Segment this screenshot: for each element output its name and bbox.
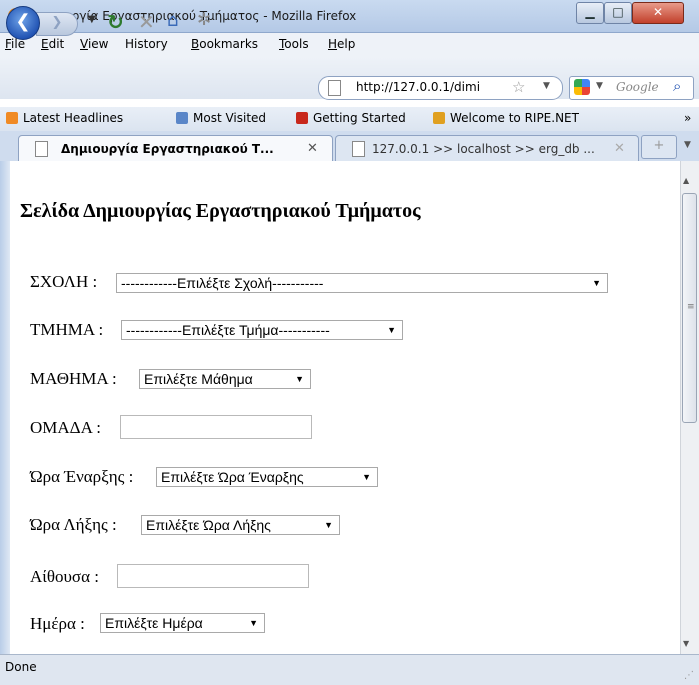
chevron-down-icon: ▼ xyxy=(592,278,601,288)
menu-bookmarks[interactable]: Bookmarks xyxy=(191,37,258,51)
reload-icon[interactable]: ↻ xyxy=(107,10,124,34)
minimize-button[interactable]: ▁ xyxy=(576,2,604,24)
close-button[interactable]: ✕ xyxy=(632,2,684,24)
start-time-label: Ώρα Έναρξης : xyxy=(30,467,134,486)
tab-label: Δημιουργία Εργαστηριακού Τ... xyxy=(61,142,274,156)
menu-tools[interactable]: Tools xyxy=(279,37,309,51)
url-text[interactable]: http://127.0.0.1/dimi xyxy=(356,80,502,94)
status-bar xyxy=(0,654,699,685)
page-title: Σελίδα Δημιουργίας Εργαστηριακού Τμήματο… xyxy=(20,200,421,222)
tab-label: 127.0.0.1 >> localhost >> erg_db ... xyxy=(372,142,595,156)
page-icon xyxy=(35,141,48,157)
page-icon xyxy=(352,141,365,157)
course-label: ΜΑΘΗΜΑ : xyxy=(30,369,117,388)
menu-edit[interactable]: Edit xyxy=(41,37,64,51)
firefox-icon xyxy=(296,112,308,124)
course-select[interactable]: Επιλέξτε Μάθημα ▼ xyxy=(139,369,311,389)
page-content xyxy=(10,161,680,654)
department-label: ΤΜΗΜΑ : xyxy=(30,320,104,339)
tabs-list-dropdown-icon[interactable]: ▼ xyxy=(684,140,691,150)
end-time-label: Ώρα Λήξης : xyxy=(30,515,117,534)
bookmarks-more-icon[interactable]: » xyxy=(684,111,691,125)
school-label: ΣΧΟΛΗ : xyxy=(30,272,98,291)
rss-icon xyxy=(6,112,18,124)
bookmark-ripe[interactable]: Welcome to RIPE.NET xyxy=(433,111,579,125)
scroll-grip-icon: ≡ xyxy=(687,302,695,312)
room-input[interactable] xyxy=(117,564,309,588)
search-input[interactable]: Google xyxy=(616,80,659,94)
group-input[interactable] xyxy=(120,415,312,439)
resize-grip-icon[interactable]: ⋰ xyxy=(684,670,694,681)
group-label: ΟΜΑΔΑ : xyxy=(30,418,101,437)
window-frame-edge xyxy=(0,161,10,654)
bookmark-latest-headlines[interactable]: Latest Headlines xyxy=(6,111,123,125)
new-tab-button[interactable]: + xyxy=(641,135,677,159)
menu-help[interactable]: Help xyxy=(328,37,355,51)
maximize-button[interactable]: □ xyxy=(604,2,632,24)
addon-icon[interactable]: ✲ xyxy=(197,10,211,30)
tab-strip: Δημιουργία Εργαστηριακού Τ... ✕ 127.0.0.… xyxy=(0,131,699,162)
chevron-down-icon: ▼ xyxy=(249,618,258,628)
title-bar: Δημιουργία Εργαστηριακού Τμήματος - Mozi… xyxy=(0,0,699,33)
scroll-down-icon[interactable]: ▼ xyxy=(683,639,689,648)
forward-button[interactable]: ❯ xyxy=(36,12,78,36)
tab-inactive[interactable]: 127.0.0.1 >> localhost >> erg_db ... ✕ xyxy=(335,135,639,162)
search-engine-icon[interactable] xyxy=(574,79,590,95)
tab-active[interactable]: Δημιουργία Εργαστηριακού Τ... ✕ xyxy=(18,135,333,162)
day-label: Ημέρα : xyxy=(30,614,85,633)
menu-history[interactable]: History xyxy=(125,37,168,51)
chevron-down-icon: ▼ xyxy=(324,520,333,530)
url-dropdown-icon[interactable]: ▼ xyxy=(543,81,550,91)
window-title: Δημιουργία Εργαστηριακού Τμήματος - Mozi… xyxy=(30,9,357,23)
start-time-select[interactable]: Επιλέξτε Ώρα Έναρξης ▼ xyxy=(156,467,378,487)
bookmarks-toolbar: Latest Headlines Most Visited Getting St… xyxy=(0,107,699,131)
status-text: Done xyxy=(5,660,37,674)
tab-close-icon[interactable]: ✕ xyxy=(614,141,625,156)
chevron-down-icon: ▼ xyxy=(387,325,396,335)
menu-view[interactable]: View xyxy=(80,37,108,51)
room-label: Αίθουσα : xyxy=(30,567,99,586)
search-icon[interactable]: ⌕ xyxy=(673,77,681,95)
day-select[interactable]: Επιλέξτε Ημέρα ▼ xyxy=(100,613,265,633)
chevron-down-icon: ▼ xyxy=(362,472,371,482)
end-time-select[interactable]: Επιλέξτε Ώρα Λήξης ▼ xyxy=(141,515,340,535)
most-visited-icon xyxy=(176,112,188,124)
school-select[interactable]: ------------Επιλέξτε Σχολή----------- ▼ xyxy=(116,273,608,293)
back-button[interactable]: ❮ xyxy=(6,6,40,40)
bookmark-most-visited[interactable]: Most Visited xyxy=(176,111,266,125)
search-engine-dropdown-icon[interactable]: ▼ xyxy=(596,81,603,91)
department-select[interactable]: ------------Επιλέξτε Τμήμα----------- ▼ xyxy=(121,320,403,340)
scroll-up-icon[interactable]: ▲ xyxy=(683,176,689,185)
ripe-icon xyxy=(433,112,445,124)
tab-close-icon[interactable]: ✕ xyxy=(307,141,318,156)
home-icon[interactable]: ⌂ xyxy=(167,10,178,31)
star-icon[interactable]: ☆ xyxy=(512,78,525,96)
page-icon xyxy=(328,80,341,96)
menu-bar: File Edit View History Bookmarks Tools H… xyxy=(0,33,699,57)
stop-icon[interactable]: ✕ xyxy=(138,10,155,34)
chevron-down-icon: ▼ xyxy=(295,374,304,384)
bookmark-getting-started[interactable]: Getting Started xyxy=(296,111,406,125)
history-dropdown-icon[interactable]: ▼ xyxy=(88,14,96,25)
